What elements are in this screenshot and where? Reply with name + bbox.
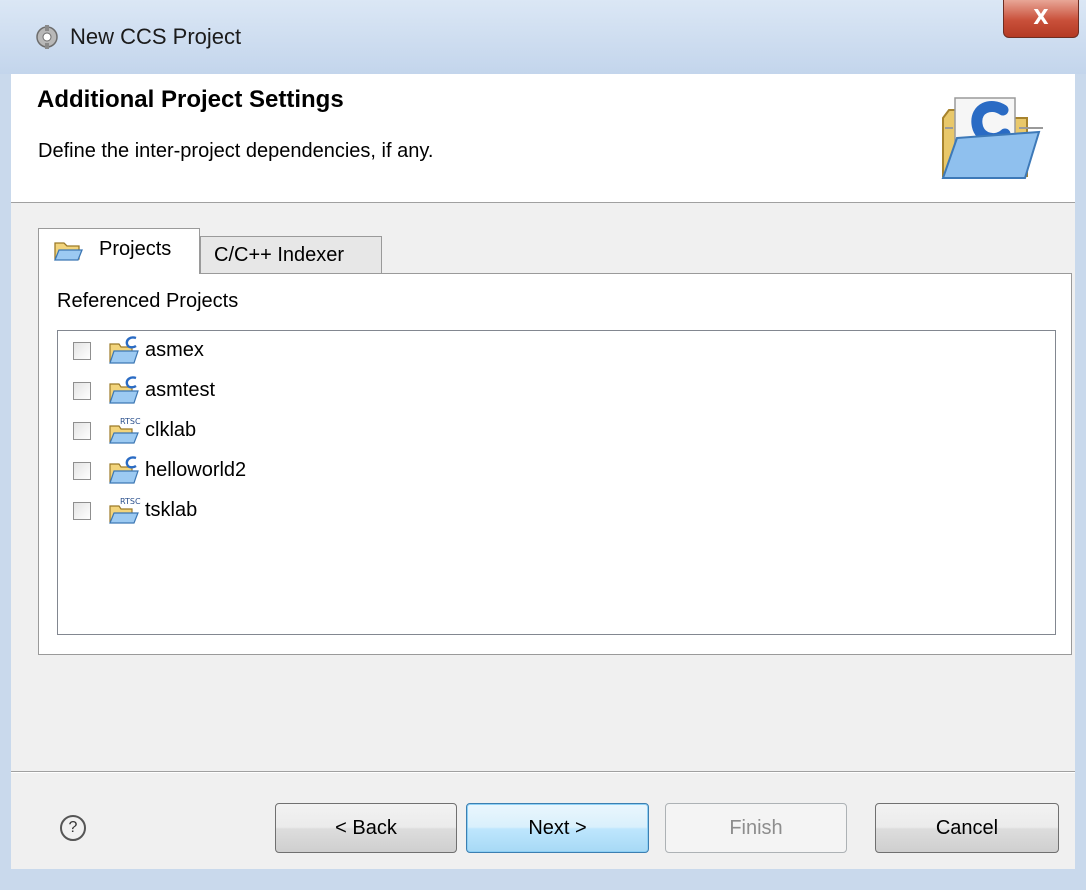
project-checkbox[interactable] bbox=[73, 502, 91, 520]
referenced-projects-list[interactable]: asmex asmtest RTSC clklab helloworld2 RT… bbox=[57, 330, 1056, 635]
finish-button[interactable]: Finish bbox=[665, 803, 847, 853]
tab-cpp-indexer-label: C/C++ Indexer bbox=[214, 244, 345, 266]
ccs-project-banner-icon bbox=[941, 97, 1043, 179]
cancel-button[interactable]: Cancel bbox=[875, 803, 1059, 853]
svg-text:RTSC: RTSC bbox=[120, 497, 141, 506]
project-label: asmex bbox=[145, 339, 204, 361]
project-checkbox[interactable] bbox=[73, 382, 91, 400]
list-item[interactable]: asmex bbox=[58, 333, 1048, 367]
c-project-icon bbox=[109, 336, 139, 364]
app-icon bbox=[36, 25, 58, 49]
project-label: asmtest bbox=[145, 379, 216, 401]
close-button[interactable]: X bbox=[1003, 0, 1079, 38]
projects-tab-panel: Referenced Projects asmex asmtest RTSC c… bbox=[38, 273, 1072, 655]
project-checkbox[interactable] bbox=[73, 422, 91, 440]
rtsc-project-icon: RTSC bbox=[109, 497, 141, 524]
help-button[interactable]: ? bbox=[60, 815, 86, 841]
page-title: Additional Project Settings bbox=[37, 86, 344, 113]
window-title: New CCS Project bbox=[70, 24, 242, 49]
new-ccs-project-dialog: New CCS Project X Additional Project Set… bbox=[0, 0, 1086, 890]
wizard-body: Projects C/C++ Indexer Referenced Projec… bbox=[11, 203, 1075, 869]
list-item[interactable]: asmtest bbox=[58, 373, 1048, 407]
next-button[interactable]: Next > bbox=[466, 803, 649, 853]
footer-separator bbox=[11, 771, 1075, 773]
project-label: clklab bbox=[145, 419, 197, 441]
tab-cpp-indexer[interactable]: C/C++ Indexer bbox=[200, 236, 382, 274]
svg-text:RTSC: RTSC bbox=[120, 417, 141, 426]
folder-open-icon bbox=[54, 242, 83, 261]
title-bar[interactable]: New CCS Project X bbox=[0, 0, 1086, 74]
project-checkbox[interactable] bbox=[73, 462, 91, 480]
tab-projects-label: Projects bbox=[99, 238, 172, 260]
help-icon: ? bbox=[68, 819, 78, 836]
list-item[interactable]: RTSC tsklab bbox=[58, 493, 1048, 527]
c-project-icon bbox=[109, 456, 139, 484]
list-item[interactable]: RTSC clklab bbox=[58, 413, 1048, 447]
back-button[interactable]: < Back bbox=[275, 803, 457, 853]
close-icon: X bbox=[1033, 5, 1049, 29]
referenced-projects-label: Referenced Projects bbox=[57, 290, 239, 312]
list-item[interactable]: helloworld2 bbox=[58, 453, 1048, 487]
tab-projects[interactable]: Projects bbox=[38, 228, 200, 274]
rtsc-project-icon: RTSC bbox=[109, 417, 141, 444]
project-checkbox[interactable] bbox=[73, 342, 91, 360]
project-label: helloworld2 bbox=[145, 459, 247, 481]
project-label: tsklab bbox=[145, 499, 198, 521]
page-description: Define the inter-project dependencies, i… bbox=[38, 140, 434, 162]
c-project-icon bbox=[109, 376, 139, 404]
wizard-header: Additional Project Settings Define the i… bbox=[11, 74, 1075, 203]
